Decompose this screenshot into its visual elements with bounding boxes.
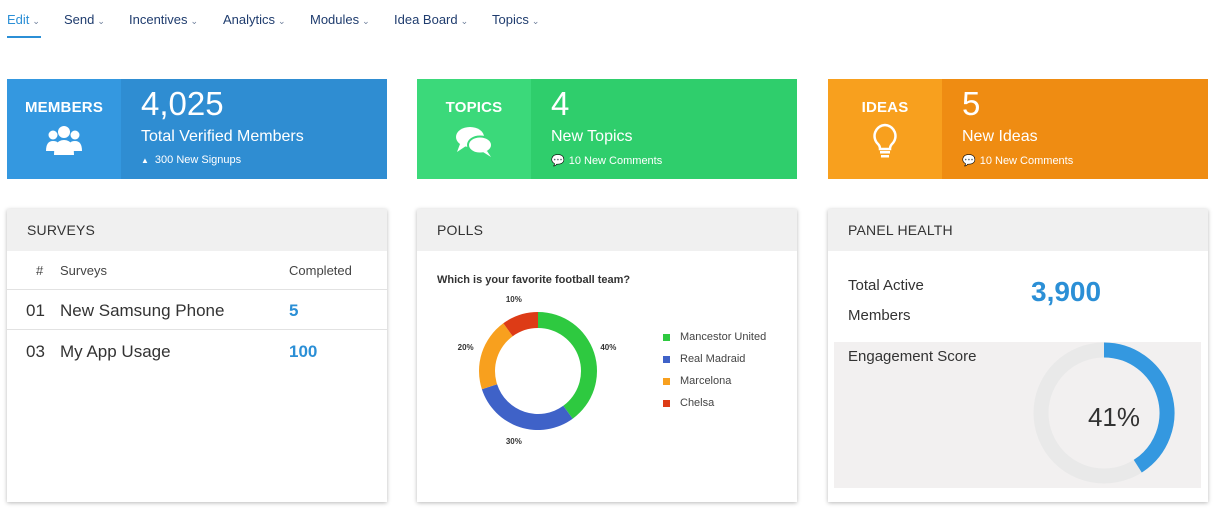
legend-label: Mancestor United [680,331,767,343]
polls-panel: POLLS Which is your favorite football te… [417,209,797,502]
members-card-icon-area: MEMBERS [7,79,121,179]
table-row[interactable]: 01 New Samsung Phone 5 [7,289,387,330]
ideas-card[interactable]: IDEAS 5 New Ideas 💬 10 New Comments [828,79,1208,179]
col-header-num: # [36,263,44,278]
engagement-score-value: 41% [1087,402,1141,432]
chevron-down-icon: ⌄ [460,16,469,26]
nav-send[interactable]: Send ⌄ [64,12,105,27]
legend-swatch [663,356,670,363]
panel-health-panel: PANEL HEALTH Total Active Members 3,900 … [828,209,1208,502]
chevron-down-icon: ⌄ [97,16,105,26]
topics-caption: New Topics [551,128,633,145]
up-triangle-icon: ▲ [141,156,149,165]
nav-edit[interactable]: Edit ⌄ [7,12,40,27]
donut-slice-label: 30% [505,437,522,447]
col-header-completed: Completed [289,263,352,278]
nav-idea-board[interactable]: Idea Board ⌄ [394,12,468,27]
total-active-value: 3,900 [1031,276,1102,307]
topics-count: 4 [551,85,570,122]
legend-label: Chelsa [680,397,715,409]
topics-card-body: 4 New Topics 💬 10 New Comments [531,79,797,179]
topics-subtext: 💬 10 New Comments [551,155,663,167]
ideas-subtext: 💬 10 New Comments [962,155,1074,167]
topics-card-icon-area: TOPICS [417,79,531,179]
donut-slice-label: 20% [457,342,474,352]
lightbulb-icon [873,123,897,158]
total-active-label: Total Active [848,277,924,294]
ideas-card-icon-area: IDEAS [828,79,942,179]
row-number: 03 [26,342,45,361]
donut-slice-label: 40% [600,342,617,352]
top-nav: Edit ⌄ Send ⌄ Incentives ⌄ Analytics ⌄ Modul… [0,0,1217,40]
ideas-caption: New Ideas [962,128,1038,145]
members-count: 4,025 [141,85,224,122]
legend-swatch [663,378,670,385]
donut-slice[interactable] [538,312,597,419]
table-row[interactable]: 03 My App Usage 100 [7,331,387,372]
topics-card[interactable]: TOPICS 4 New Topics 💬 10 New Comments [417,79,797,179]
legend-label: Marcelona [680,375,732,387]
chevron-down-icon: ⌄ [531,16,540,26]
surveys-title: SURVEYS [27,222,96,238]
comment-icon: 💬 [962,155,976,167]
donut-slice-label: 10% [505,294,522,304]
survey-completed[interactable]: 5 [289,301,298,321]
topics-card-label: TOPICS [445,99,503,116]
legend-swatch [663,400,670,407]
legend-label: Real Madraid [680,353,746,365]
engagement-score-box: Engagement Score 41% [834,342,1201,488]
comment-icon: 💬 [551,155,565,167]
chevron-down-icon: ⌄ [32,16,40,26]
panel-health-header: PANEL HEALTH [828,209,1208,251]
donut-slice[interactable] [481,384,573,430]
chevron-down-icon: ⌄ [190,16,199,26]
members-card-label: MEMBERS [24,99,104,116]
survey-name[interactable]: New Samsung Phone [60,301,224,321]
nav-analytics[interactable]: Analytics ⌄ [223,12,286,27]
members-card[interactable]: MEMBERS 4,025 Total Verified Members ▲ 30… [7,79,387,179]
survey-completed[interactable]: 100 [289,342,317,362]
donut-slice[interactable] [479,323,513,390]
users-icon [46,126,82,155]
chevron-down-icon: ⌄ [278,16,286,26]
nav-incentives[interactable]: Incentives ⌄ [129,12,198,27]
nav-modules[interactable]: Modules ⌄ [310,12,370,27]
surveys-panel: SURVEYS # Surveys Completed 01 New Samsu… [7,209,387,502]
surveys-panel-header: SURVEYS [7,209,387,251]
ideas-count: 5 [962,85,981,122]
total-active-label-2: Members [848,307,911,324]
members-caption: Total Verified Members [141,128,304,145]
members-subtext: ▲ 300 New Signups [141,154,242,166]
row-number: 01 [26,301,45,320]
survey-name[interactable]: My App Usage [60,342,171,362]
members-card-body: 4,025 Total Verified Members ▲ 300 New Si… [121,79,387,179]
ideas-card-body: 5 New Ideas 💬 10 New Comments [942,79,1208,179]
ideas-card-label: IDEAS [861,99,909,116]
active-tab-indicator [7,36,41,38]
col-header-surveys: Surveys [60,263,107,278]
nav-topics[interactable]: Topics ⌄ [492,12,539,27]
legend-swatch [663,334,670,341]
panel-health-title: PANEL HEALTH [848,222,953,238]
chevron-down-icon: ⌄ [362,16,370,26]
chat-bubbles-icon [456,127,493,157]
